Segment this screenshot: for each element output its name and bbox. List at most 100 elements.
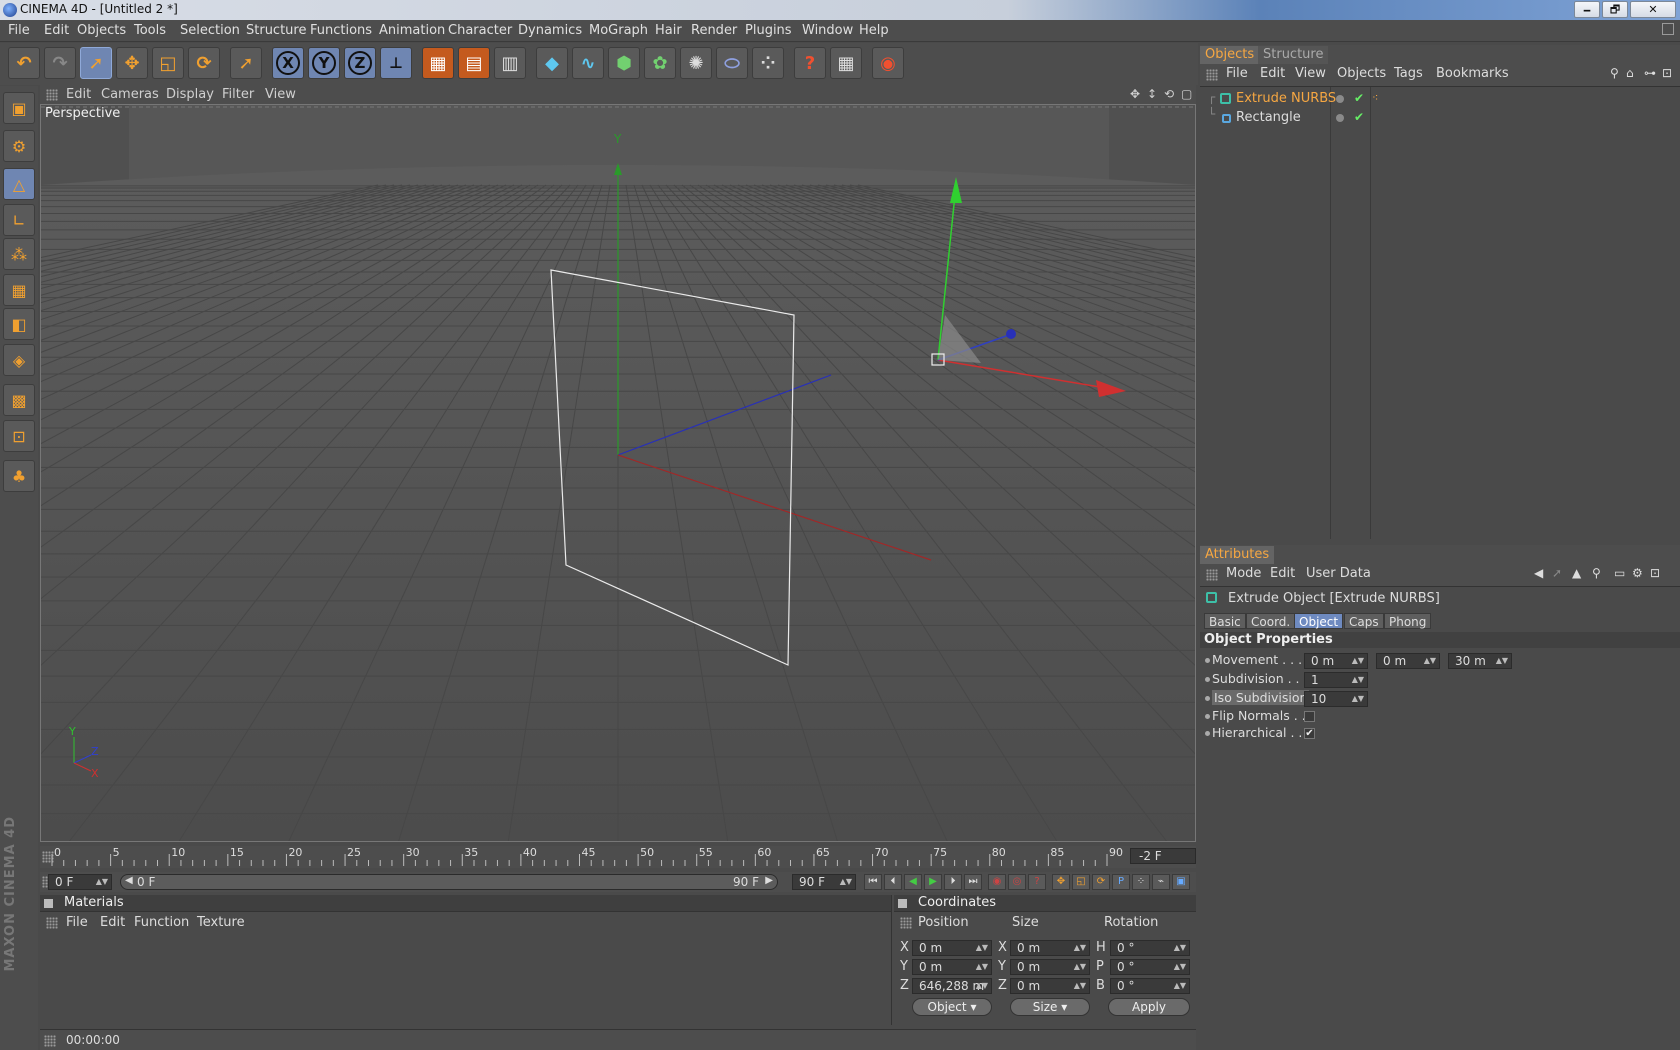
settings-icon[interactable]: ⚙ [1632, 566, 1643, 580]
spin-arrows-icon[interactable]: ▲▼ [1352, 673, 1364, 687]
prev-frame-button[interactable]: ⏴ [884, 874, 902, 890]
spin-arrows-icon[interactable]: ▲▼ [1352, 692, 1364, 706]
close-button[interactable]: ✕ [1630, 1, 1676, 18]
tab-structure[interactable]: Structure [1258, 46, 1329, 64]
menu-selection[interactable]: Selection [180, 23, 240, 38]
viewport-menu-filter[interactable]: Filter [222, 87, 254, 102]
goto-end-button[interactable]: ⏭ [964, 874, 982, 890]
spin-arrows-icon[interactable]: ▲▼ [976, 979, 988, 993]
tag-icon[interactable]: ⁖ [1372, 91, 1378, 104]
y-axis-lock-button[interactable]: Y [308, 47, 340, 79]
materials-menu-function[interactable]: Function [134, 915, 189, 930]
particle-icon[interactable]: ⁘ [752, 47, 784, 79]
interpolation-button[interactable]: ⌁ [1152, 874, 1170, 890]
search-icon[interactable]: ⚲ [1610, 66, 1619, 80]
viewport-zoom-icon[interactable]: ↕ [1147, 87, 1157, 101]
texture-tool-icon[interactable]: ⁂ [3, 238, 35, 270]
attributes-menu-edit[interactable]: Edit [1270, 566, 1295, 581]
object-axis-icon[interactable]: ∟ [3, 204, 35, 236]
cube-object-icon[interactable]: ◆ [536, 47, 568, 79]
viewport-menu-cameras[interactable]: Cameras [101, 87, 159, 102]
goto-start-button[interactable]: ⏮ [864, 874, 882, 890]
animation-bullet-icon[interactable] [1205, 731, 1210, 736]
rotate-button[interactable]: ⟳ [188, 47, 220, 79]
make-editable-icon[interactable]: ⚙ [3, 130, 35, 162]
size-mode-select[interactable]: Size ▾ [1010, 998, 1090, 1016]
x-axis-lock-button[interactable]: X [272, 47, 304, 79]
menu-tools[interactable]: Tools [134, 23, 166, 38]
spin-arrows-icon[interactable]: ▲▼ [96, 875, 108, 889]
key-pla-button[interactable]: ⁘ [1132, 874, 1150, 890]
edges-tool-icon[interactable]: ◧ [3, 308, 35, 340]
menu-dynamics[interactable]: Dynamics [518, 23, 582, 38]
sculpt-icon[interactable]: ♣ [3, 460, 35, 492]
spin-arrows-icon[interactable]: ▲▼ [840, 875, 852, 889]
slider-left-arrow-icon[interactable]: ◀ [125, 875, 133, 886]
materials-menu-file[interactable]: File [66, 915, 88, 930]
viewport-menu-edit[interactable]: Edit [66, 87, 91, 102]
polygons-tool-icon[interactable]: ◈ [3, 344, 35, 376]
panel-square-icon[interactable] [898, 899, 907, 908]
end-frame-field[interactable]: 90 F ▲▼ [792, 874, 856, 890]
menu-window[interactable]: Window [802, 23, 853, 38]
menu-hair[interactable]: Hair [655, 23, 682, 38]
array-icon[interactable]: ✿ [644, 47, 676, 79]
timeline-ruler[interactable]: 0 5 10 15 20 25 30 35 40 45 50 55 60 65 70 75 80 85 90 -2 … [40, 846, 1196, 868]
viewport-move-icon[interactable]: ✥ [1130, 87, 1140, 101]
scheme-button[interactable]: ▣ [1172, 874, 1190, 890]
help-pointer-icon[interactable]: ? [794, 47, 826, 79]
subtab-caps[interactable]: Caps [1344, 613, 1384, 629]
rot-p-field[interactable]: 0 ° ▲▼ [1110, 959, 1190, 975]
snap-icon[interactable]: ⊡ [3, 420, 35, 452]
slider-right-arrow-icon[interactable]: ▶ [765, 875, 773, 886]
live-selection-button[interactable]: ➚ [80, 47, 112, 79]
pos-y-field[interactable]: 0 m ▲▼ [912, 959, 992, 975]
visibility-dot-icon[interactable] [1336, 95, 1344, 103]
size-y-field[interactable]: 0 m ▲▼ [1010, 959, 1090, 975]
spline-icon[interactable]: ∿ [572, 47, 604, 79]
search-icon[interactable]: ⚲ [1592, 566, 1601, 580]
back-arrow-icon[interactable]: ◀ [1534, 566, 1543, 580]
menu-structure[interactable]: Structure [246, 23, 306, 38]
key-rotation-button[interactable]: ⟳ [1092, 874, 1110, 890]
coordinate-mode-select[interactable]: Object ▾ [912, 998, 992, 1016]
menu-edit[interactable]: Edit [44, 23, 69, 38]
menu-character[interactable]: Character [448, 23, 512, 38]
spin-arrows-icon[interactable]: ▲▼ [1074, 960, 1086, 974]
next-frame-button[interactable]: ⏵ [944, 874, 962, 890]
start-frame-field[interactable]: 0 F ▲▼ [48, 874, 112, 890]
movement-z-field[interactable]: 30 m ▲▼ [1448, 653, 1512, 669]
object-row-rectangle[interactable]: └ Rectangle ✔ [1200, 107, 1680, 128]
subdivision-field[interactable]: 1 ▲▼ [1304, 672, 1368, 688]
restore-button[interactable]: 🗗 [1602, 1, 1628, 18]
rot-b-field[interactable]: 0 ° ▲▼ [1110, 978, 1190, 994]
points-tool-icon[interactable]: ▦ [3, 274, 35, 306]
animation-bullet-icon[interactable] [1205, 658, 1210, 663]
pos-x-field[interactable]: 0 m ▲▼ [912, 940, 992, 956]
viewport-menu-display[interactable]: Display [166, 87, 214, 102]
lock-icon[interactable]: ▭ [1614, 566, 1625, 580]
move-button[interactable]: ✥ [116, 47, 148, 79]
menu-file[interactable]: File [8, 23, 30, 38]
animation-bullet-icon[interactable] [1205, 696, 1210, 701]
flip-normals-checkbox[interactable] [1304, 711, 1315, 722]
subtab-object[interactable]: Object [1294, 613, 1344, 629]
viewport-menu-view[interactable]: View [265, 87, 296, 102]
attributes-menu-mode[interactable]: Mode [1226, 566, 1261, 581]
up-arrow-icon[interactable]: ▲ [1572, 566, 1581, 580]
menu-functions[interactable]: Functions [310, 23, 372, 38]
record-keys-button[interactable]: ◉ [988, 874, 1006, 890]
tab-objects[interactable]: Objects [1200, 46, 1260, 64]
enabled-check-icon[interactable]: ✔ [1354, 91, 1364, 105]
checker-icon[interactable]: ▩ [3, 384, 35, 416]
materials-menu-edit[interactable]: Edit [100, 915, 125, 930]
spin-arrows-icon[interactable]: ▲▼ [1074, 979, 1086, 993]
objects-menu-bookmarks[interactable]: Bookmarks [1436, 66, 1509, 81]
key-parameter-button[interactable]: P [1112, 874, 1130, 890]
spin-arrows-icon[interactable]: ▲▼ [1424, 654, 1436, 668]
panel-square-icon[interactable] [44, 899, 53, 908]
objects-menu-tags[interactable]: Tags [1394, 66, 1423, 81]
scene-object-icon[interactable]: ⬭ [716, 47, 748, 79]
coordinate-system-button[interactable]: ⊥ [380, 47, 412, 79]
render-view-button[interactable]: ▦ [422, 47, 454, 79]
